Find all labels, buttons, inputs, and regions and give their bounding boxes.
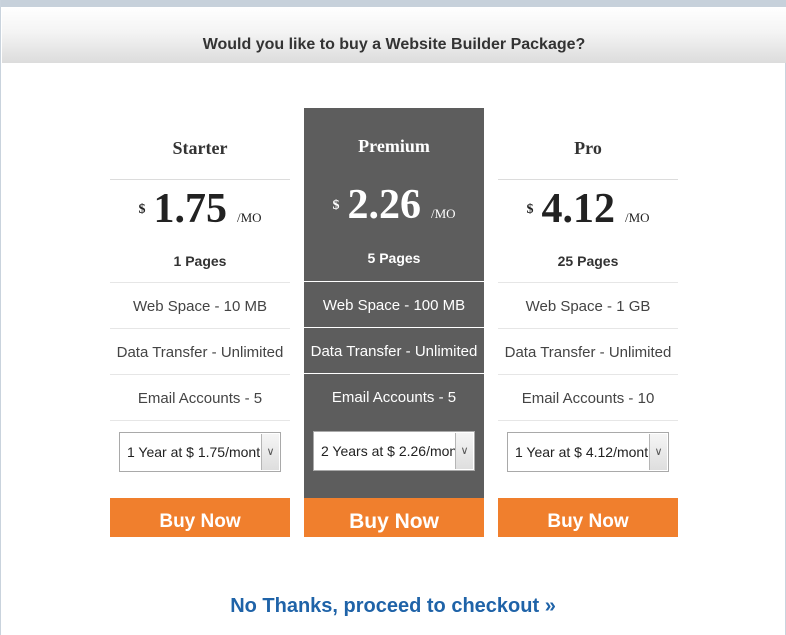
feature-web-space: Web Space - 1 GB <box>498 283 678 329</box>
plan-starter: Starter $ 1.75 /MO 1 Pages Web Space - 1… <box>110 108 290 497</box>
buy-now-button-premium[interactable]: Buy Now <box>304 498 484 537</box>
price-period: /MO <box>624 210 650 225</box>
feature-email-accounts: Email Accounts - 5 <box>331 389 457 406</box>
feature-email-accounts: Email Accounts - 5 <box>110 375 290 421</box>
price-amount: 2.26 <box>347 182 421 228</box>
plan-name: Premium <box>358 136 430 156</box>
feature-data-transfer: Data Transfer - Unlimited <box>304 328 484 374</box>
price-currency: $ <box>138 202 146 217</box>
plan-pro: Pro $ 4.12 /MO 25 Pages Web Space - 1 GB… <box>498 108 678 497</box>
chevron-down-icon[interactable]: ∨ <box>455 433 473 469</box>
buy-now-button-pro[interactable]: Buy Now <box>498 498 678 537</box>
term-select[interactable]: 1 Year at $ 4.12/month ∨ <box>507 432 669 472</box>
term-select-row: 1 Year at $ 4.12/month ∨ <box>498 421 678 497</box>
plan-pages: 25 Pages <box>498 236 678 283</box>
plan-premium: Premium $ 2.26 /MO 5 Pages Web Space - 1… <box>304 108 484 537</box>
term-select[interactable]: 1 Year at $ 1.75/month ∨ <box>119 432 281 472</box>
term-select-row: 1 Year at $ 1.75/month ∨ <box>110 421 290 497</box>
feature-web-space: Web Space - 10 MB <box>110 283 290 329</box>
plan-price: $ 4.12 /MO <box>498 180 678 236</box>
plan-name: Pro <box>498 108 678 180</box>
chevron-down-icon[interactable]: ∨ <box>649 434 667 470</box>
buy-now-button-starter[interactable]: Buy Now <box>110 498 290 537</box>
price-amount: 1.75 <box>153 186 227 232</box>
term-select[interactable]: 2 Years at $ 2.26/month ∨ <box>313 431 475 471</box>
dialog: Would you like to buy a Website Builder … <box>0 0 786 635</box>
feature-web-space: Web Space - 100 MB <box>304 282 484 328</box>
plan-name: Starter <box>110 108 290 180</box>
dialog-header: Would you like to buy a Website Builder … <box>2 7 786 63</box>
feature-email-accounts: Email Accounts - 10 <box>498 375 678 421</box>
no-thanks-checkout-link[interactable]: No Thanks, proceed to checkout » <box>1 595 785 618</box>
top-border <box>1 0 786 7</box>
term-select-value: 1 Year at $ 1.75/month <box>127 444 262 460</box>
chevron-down-icon[interactable]: ∨ <box>261 434 279 470</box>
plan-price: $ 1.75 /MO <box>110 180 290 236</box>
feature-data-transfer: Data Transfer - Unlimited <box>498 329 678 375</box>
plan-price: $ 2.26 /MO <box>304 178 484 234</box>
term-select-value: 1 Year at $ 4.12/month <box>515 444 650 460</box>
price-period: /MO <box>430 206 456 221</box>
price-currency: $ <box>332 198 340 213</box>
plan-pages: 5 Pages <box>304 234 484 282</box>
feature-data-transfer: Data Transfer - Unlimited <box>110 329 290 375</box>
term-select-value: 2 Years at $ 2.26/month <box>321 443 456 459</box>
term-select-row: 2 Years at $ 2.26/month ∨ <box>304 420 484 496</box>
price-amount: 4.12 <box>541 186 615 232</box>
plan-pages: 1 Pages <box>110 236 290 283</box>
price-period: /MO <box>236 210 262 225</box>
price-currency: $ <box>526 202 534 217</box>
page-title: Would you like to buy a Website Builder … <box>202 36 586 53</box>
